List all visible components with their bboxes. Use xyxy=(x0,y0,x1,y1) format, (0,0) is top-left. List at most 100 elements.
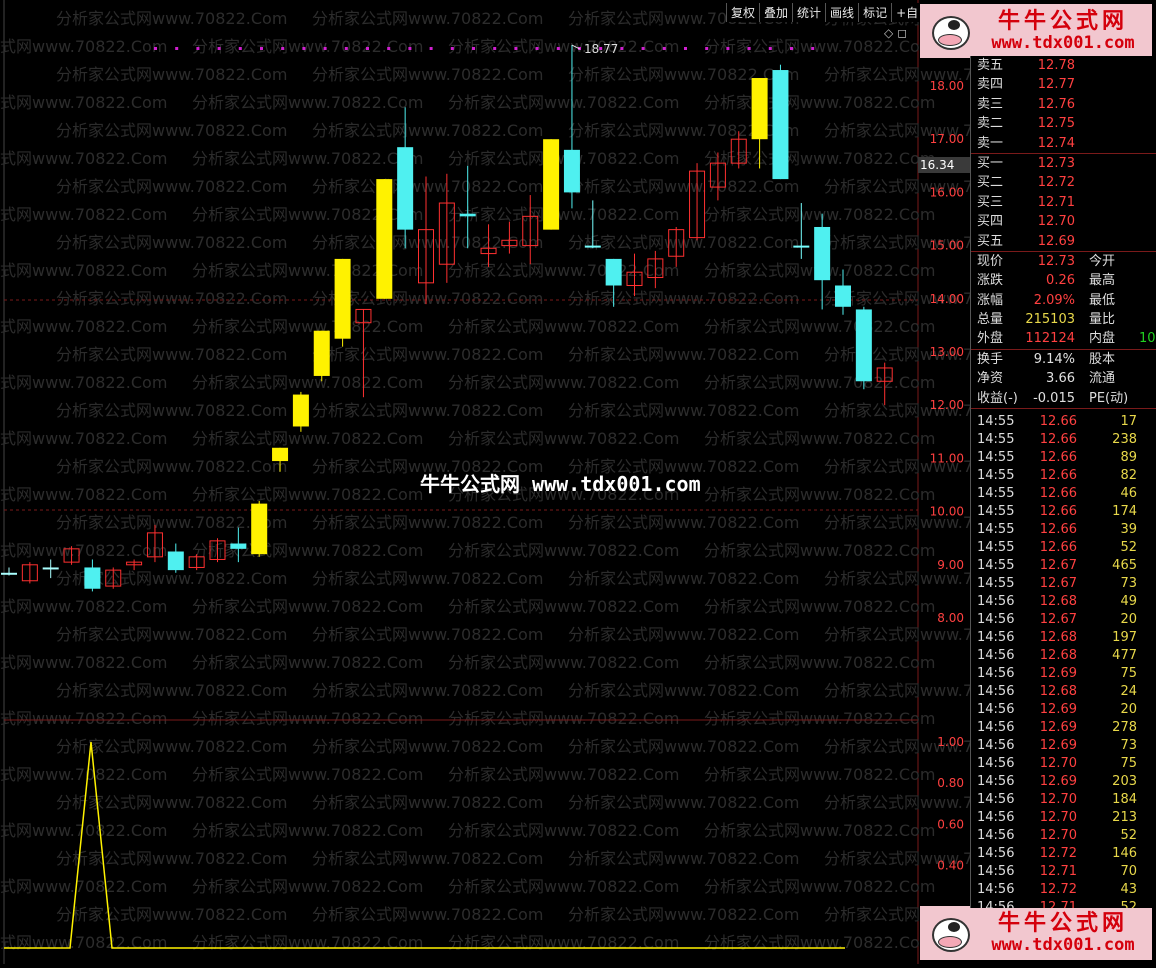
tick-volume: 203 xyxy=(1112,774,1137,790)
watermark-text: 分析家公式网www.70822.Com xyxy=(448,765,679,784)
price-axis-label: 10.00 xyxy=(930,505,964,519)
cow-logo-icon xyxy=(924,908,974,958)
quote-value: 0.26 xyxy=(1046,273,1075,289)
price-axis-label: 9.00 xyxy=(937,558,964,572)
price-axis-label: 17.00 xyxy=(930,132,964,146)
tick-volume: 477 xyxy=(1112,648,1137,664)
watermark-text: 分析家公式网www.70822.Com xyxy=(0,877,167,896)
magenta-dot xyxy=(387,47,391,50)
tick-time: 14:55 xyxy=(977,522,1015,538)
watermark-text: 分析家公式网www.70822.Com xyxy=(312,121,543,140)
magenta-dot xyxy=(514,47,518,50)
tick-time: 14:55 xyxy=(977,540,1015,556)
tick-row: 14:55 12.66 238 xyxy=(971,431,1156,449)
watermark-text: 分析家公式网www.70822.Com xyxy=(0,37,167,56)
price-axis-label: 13.00 xyxy=(930,345,964,359)
watermark-text: 分析家公式网www.70822.Com xyxy=(448,261,679,280)
watermark-text: 分析家公式网www.70822.Com xyxy=(0,261,167,280)
tick-time: 14:55 xyxy=(977,450,1015,466)
tick-price: 12.68 xyxy=(1039,594,1077,610)
ask-row: 卖三 12.76 xyxy=(971,95,1156,114)
quote-label: 涨跌 xyxy=(977,273,1004,289)
tick-price: 12.69 xyxy=(1039,720,1077,736)
watermark-text: 分析家公式网www.70822.Com xyxy=(312,233,543,252)
magenta-dot xyxy=(344,47,348,50)
magenta-dot xyxy=(726,47,730,50)
tick-price: 12.68 xyxy=(1039,684,1077,700)
quote-value: 12.73 xyxy=(1037,253,1075,269)
watermark-text: 分析家公式网www.70822.Com xyxy=(56,65,287,84)
watermark-text: 分析家公式网www.70822.Com xyxy=(192,821,423,840)
quote-label: 外盘 xyxy=(977,331,1004,347)
watermark-text: 分析家公式网www.70822.Com xyxy=(568,737,799,756)
toolbar-button-2[interactable]: 统计 xyxy=(792,3,825,22)
candle-body xyxy=(167,551,184,571)
tick-volume: 184 xyxy=(1112,792,1137,808)
tick-price: 12.69 xyxy=(1039,774,1077,790)
toolbar-button-0[interactable]: 复权 xyxy=(726,3,759,22)
quote-row: 涨跌 0.26 最高 xyxy=(971,271,1156,290)
tick-time: 14:56 xyxy=(977,846,1015,862)
bid-row: 买五 12.69 xyxy=(971,232,1156,252)
tick-volume: 52 xyxy=(1120,828,1137,844)
watermark-text: 分析家公式网www.70822.Com xyxy=(0,485,167,504)
watermark-text: 分析家公式网www.70822.Com xyxy=(568,177,799,196)
watermark-text: 分析家公式网www.70822.Com xyxy=(448,933,679,952)
chart-toolbar: 复权 叠加 统计 画线 标记 +自 xyxy=(726,3,923,22)
fund-row: 收益(-) -0.015 PE(动) xyxy=(971,389,1156,410)
watermark-text: 分析家公式网www.70822.Com xyxy=(312,737,543,756)
tick-volume: 52 xyxy=(1120,540,1137,556)
candle-body xyxy=(605,258,622,286)
tick-row: 14:56 12.72 146 xyxy=(971,845,1156,863)
watermark-text: 分析家公式网www.70822.Com xyxy=(56,401,287,420)
tick-price: 12.66 xyxy=(1039,414,1077,430)
watermark-text: 分析家公式网www.70822.Com xyxy=(312,625,543,644)
toolbar-button-5[interactable]: +自 xyxy=(891,3,922,22)
toolbar-button-1[interactable]: 叠加 xyxy=(759,3,792,22)
brand-title: 牛牛公式网 xyxy=(997,8,1128,34)
bid-price: 12.71 xyxy=(1037,194,1075,210)
magenta-dot xyxy=(366,47,369,50)
candle-body xyxy=(814,226,831,281)
watermark-text: 分析家公式网www.70822.Com xyxy=(0,373,167,392)
tick-volume: 20 xyxy=(1120,612,1137,628)
tick-price: 12.67 xyxy=(1039,576,1077,592)
bid-label: 买二 xyxy=(977,175,1004,191)
tick-time: 14:56 xyxy=(977,666,1015,682)
tick-row: 14:56 12.69 203 xyxy=(971,773,1156,791)
tick-row: 14:55 12.67 73 xyxy=(971,575,1156,593)
magenta-dot xyxy=(281,47,285,50)
square-icon[interactable]: ◻ xyxy=(897,26,907,40)
watermark-text: 分析家公式网www.70822.Com xyxy=(312,681,543,700)
fund-row: 净资 3.66 流通 xyxy=(971,369,1156,388)
watermark-text: 分析家公式网www.70822.Com xyxy=(448,317,679,336)
tick-volume: 174 xyxy=(1112,504,1137,520)
diamond-icon[interactable]: ◇ xyxy=(884,26,893,40)
tick-volume: 46 xyxy=(1120,486,1137,502)
tick-time: 14:56 xyxy=(977,882,1015,898)
watermark-text: 分析家公式网www.70822.Com xyxy=(704,205,935,224)
magenta-dot xyxy=(790,47,793,50)
tick-row: 14:56 12.71 70 xyxy=(971,863,1156,881)
quote-side-panel: 卖五 12.78 卖四 12.77 卖三 12.76 卖二 12.75 卖一 12.74 买一 12.… xyxy=(970,56,1156,908)
watermark-text: 分析家公式网www.70822.Com xyxy=(192,485,423,504)
tick-row: 14:56 12.68 49 xyxy=(971,593,1156,611)
tick-volume: 213 xyxy=(1112,810,1137,826)
watermark-text: 分析家公式网www.70822.Com xyxy=(0,149,167,168)
toolbar-button-4[interactable]: 标记 xyxy=(858,3,891,22)
tick-price: 12.70 xyxy=(1039,792,1077,808)
watermark-text: 分析家公式网www.70822.Com xyxy=(704,709,935,728)
magenta-dot xyxy=(260,47,263,50)
top-icons: ◇ ◻ xyxy=(884,26,907,40)
toolbar-button-3[interactable]: 画线 xyxy=(825,3,858,22)
candle-body xyxy=(459,213,476,217)
watermark-text: 分析家公式网www.70822.Com xyxy=(56,457,287,476)
tick-price: 12.66 xyxy=(1039,540,1077,556)
candle-body xyxy=(793,245,810,248)
candle-body xyxy=(292,394,309,427)
watermark-text: 分析家公式网www.70822.Com xyxy=(312,345,543,364)
tick-volume: 82 xyxy=(1120,468,1137,484)
tick-price: 12.66 xyxy=(1039,450,1077,466)
fund-row: 换手 9.14% 股本 xyxy=(971,350,1156,369)
watermark-text: 分析家公式网www.70822.Com xyxy=(312,849,543,868)
